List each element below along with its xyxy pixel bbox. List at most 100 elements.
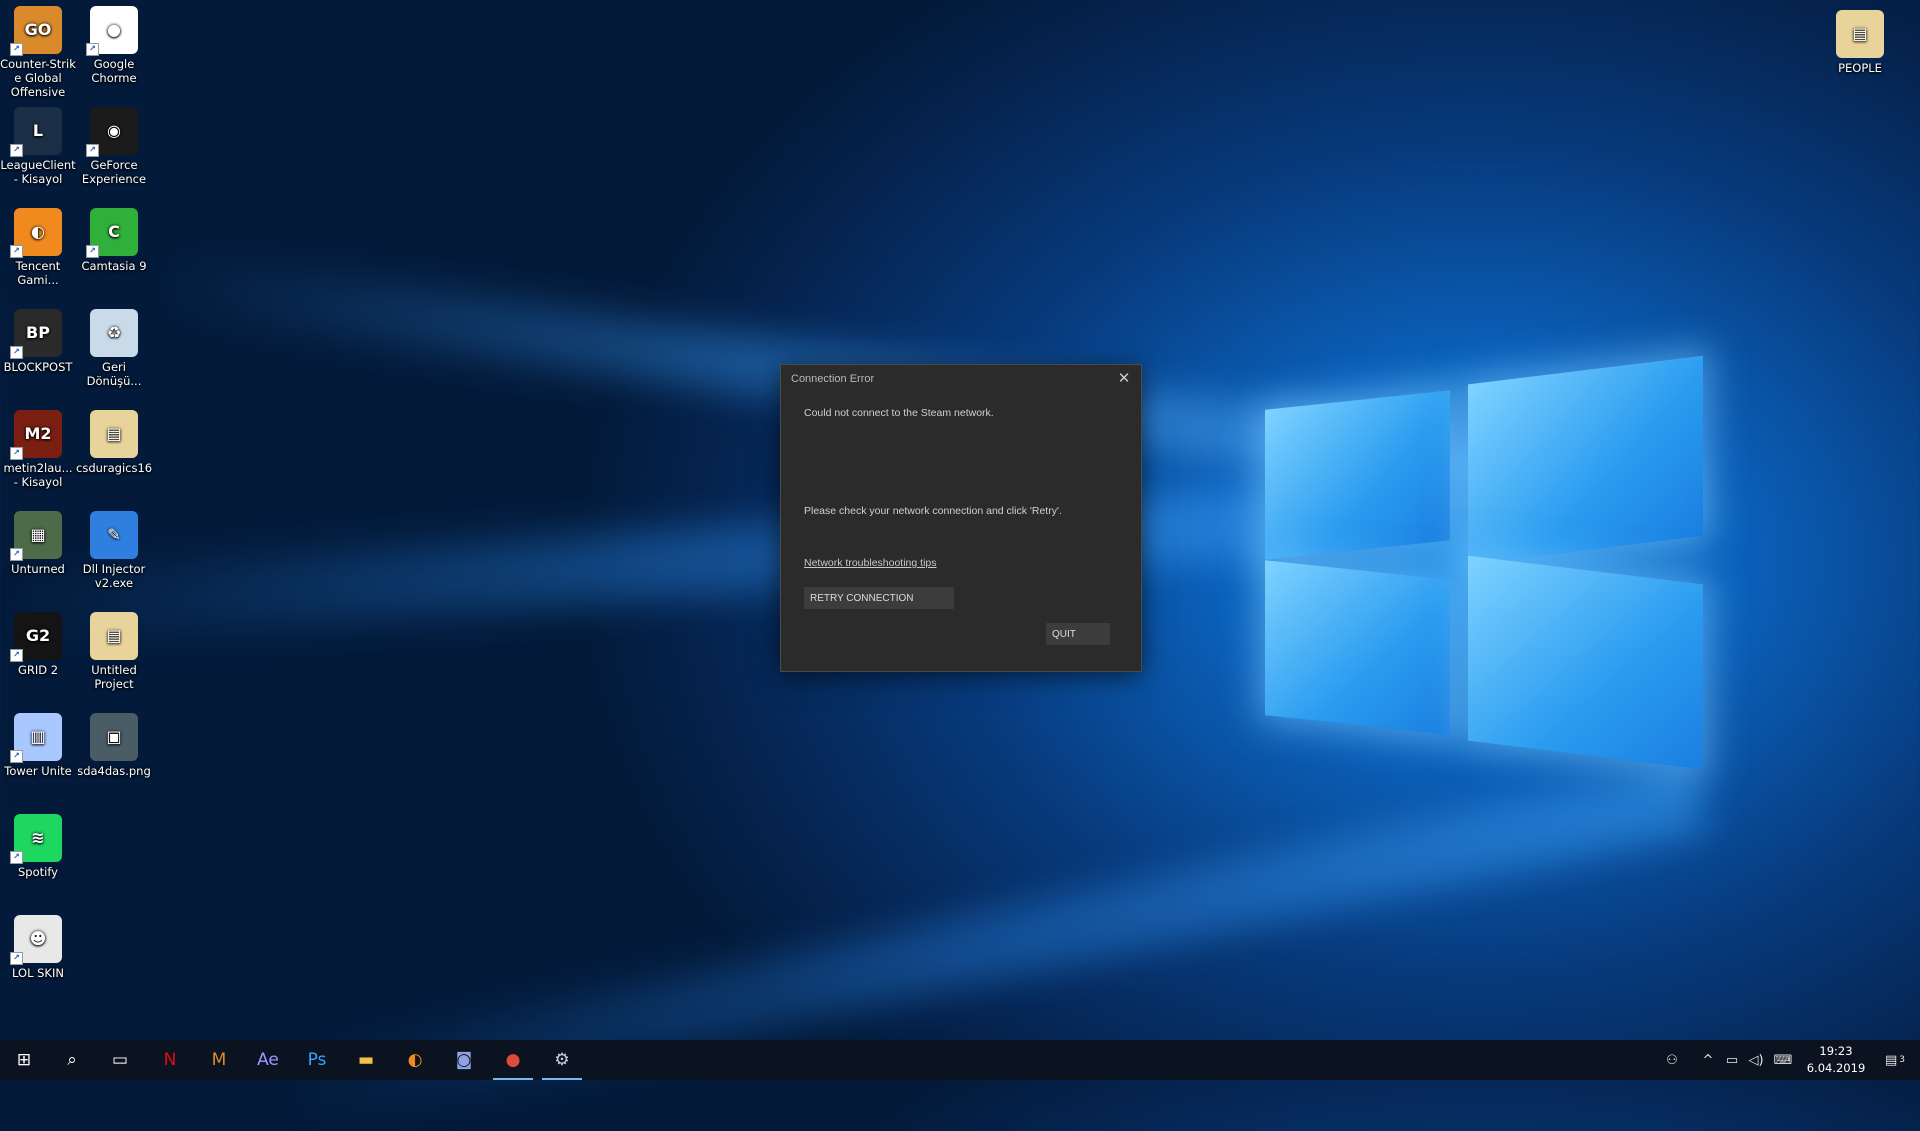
desktop-icon-label: GRID 2: [17, 663, 59, 677]
camtasia-icon: C ↗: [86, 208, 138, 258]
spotify-icon: ≋ ↗: [10, 814, 62, 864]
shortcut-arrow-icon: ↗: [86, 245, 99, 258]
shortcut-arrow-icon: ↗: [10, 144, 23, 157]
desktop-icon-unturned[interactable]: ▦ ↗ Unturned: [0, 511, 76, 576]
desktop-icon-label: Tower Unite: [4, 764, 72, 778]
quit-button[interactable]: QUIT: [1046, 623, 1110, 645]
shortcut-arrow-icon: ↗: [10, 548, 23, 561]
unturned-icon: ▦ ↗: [10, 511, 62, 561]
desktop-icon-label: Camtasia 9: [81, 259, 147, 273]
desktop-icon-label: LeagueClient - Kisayol: [0, 158, 76, 186]
desktop-icon-chrome[interactable]: ● ↗ Google Chorme: [76, 6, 152, 85]
desktop-icon-tencent[interactable]: ◐ ↗ Tencent Gami...: [0, 208, 76, 287]
action-center-button[interactable]: ▤ 3: [1878, 1040, 1912, 1080]
retry-connection-button[interactable]: RETRY CONNECTION: [804, 587, 954, 609]
desktop-icon-lol-skin[interactable]: ☻ ↗ LOL SKIN: [0, 915, 76, 980]
clock-time: 19:23: [1819, 1044, 1853, 1058]
desktop-icon-csgo[interactable]: GO ↗ Counter-Strik e Global Offensive: [0, 6, 76, 99]
desktop-icon-metin2[interactable]: M2 ↗ metin2lau... - Kisayol: [0, 410, 76, 489]
tencent-icon: ◐: [407, 1050, 423, 1070]
network-button[interactable]: ▭: [1720, 1040, 1744, 1080]
desktop-icon-label: LOL SKIN: [12, 966, 64, 980]
close-icon[interactable]: ✕: [1115, 370, 1133, 388]
keyboard-icon: ⌨: [1773, 1052, 1793, 1068]
league-icon: L ↗: [10, 107, 62, 157]
taskbar-app-tencent[interactable]: ◐: [391, 1040, 439, 1080]
notification-count-badge: 3: [1899, 1055, 1906, 1065]
volume-button[interactable]: ◁): [1744, 1040, 1768, 1080]
desktop-icon-label: Geri Dönüşü...: [86, 360, 142, 388]
task-view-icon: ▭: [111, 1050, 129, 1070]
desktop-icon-label: Counter-Strik e Global Offensive: [0, 57, 76, 99]
taskbar: ⊞ ⌕ ▭ N M Ae Ps ▬ ◐ ◙ ● ⚙ ⚇ ^ ▭ ◁) ⌨ 19:…: [0, 1040, 1920, 1080]
desktop-icon-sda4das[interactable]: ▣ sda4das.png: [76, 713, 152, 778]
clock-date: 6.04.2019: [1806, 1061, 1866, 1075]
chrome-icon: ●: [505, 1050, 521, 1070]
desktop-icon-league[interactable]: L ↗ LeagueClient - Kisayol: [0, 107, 76, 186]
image-file-icon: ▣: [90, 713, 138, 761]
desktop-icon-label: Untitled Project: [91, 663, 137, 691]
clock[interactable]: 19:23 6.04.2019: [1800, 1043, 1872, 1077]
desktop-icon-csduragics16[interactable]: ▤ csduragics16: [76, 410, 152, 475]
search-button[interactable]: ⌕: [48, 1040, 96, 1080]
dialog-title: Connection Error: [791, 373, 875, 385]
geforce-icon: ◉ ↗: [86, 107, 138, 157]
people-button[interactable]: ⚇: [1660, 1040, 1684, 1080]
taskbar-app-after-effects[interactable]: Ae: [244, 1040, 292, 1080]
grid2-icon: G2 ↗: [10, 612, 62, 662]
desktop-icon-label: Dll Injector v2.exe: [82, 562, 146, 590]
desktop-icon-grid2[interactable]: G2 ↗ GRID 2: [0, 612, 76, 677]
taskbar-app-photoshop[interactable]: Ps: [293, 1040, 341, 1080]
shortcut-arrow-icon: ↗: [10, 851, 23, 864]
show-hidden-icons-button[interactable]: ^: [1696, 1040, 1720, 1080]
desktop-icon-label: PEOPLE: [1838, 61, 1882, 75]
metin2-icon: M2 ↗: [10, 410, 62, 460]
desktop-icon-label: Unturned: [11, 562, 65, 576]
desktop-icon-tower-unite[interactable]: ▥ ↗ Tower Unite: [0, 713, 76, 778]
taskbar-app-file-explorer[interactable]: ▬: [342, 1040, 390, 1080]
taskbar-app-metin2[interactable]: M: [195, 1040, 243, 1080]
task-view-button[interactable]: ▭: [96, 1040, 144, 1080]
desktop-icon-blockpost[interactable]: BP ↗ BLOCKPOST: [0, 309, 76, 374]
folder-icon: ▤: [90, 410, 138, 458]
taskbar-app-chrome[interactable]: ●: [489, 1040, 537, 1080]
tower-unite-icon: ▥ ↗: [10, 713, 62, 763]
desktop-icon-label: Google Chorme: [91, 57, 137, 85]
taskbar-app-steam[interactable]: ⚙: [538, 1040, 586, 1080]
desktop-icon-untitled-project[interactable]: ▤ Untitled Project: [76, 612, 152, 691]
logo-pane: [1265, 560, 1450, 735]
volume-icon: ◁): [1748, 1052, 1764, 1068]
lolskin-icon: ☻ ↗: [10, 915, 62, 965]
logo-pane: [1468, 555, 1703, 770]
recycle-bin-icon: ♻: [90, 309, 138, 357]
error-message: Could not connect to the Steam network.: [804, 407, 994, 419]
notifications-icon: ▤: [1884, 1052, 1898, 1068]
desktop-icon-label: sda4das.png: [77, 764, 151, 778]
desktop-icon-recycle-bin[interactable]: ♻ Geri Dönüşü...: [76, 309, 152, 388]
logo-pane: [1468, 355, 1703, 565]
taskbar-app-discord[interactable]: ◙: [440, 1040, 488, 1080]
start-button[interactable]: ⊞: [0, 1040, 48, 1080]
desktop-icon-camtasia[interactable]: C ↗ Camtasia 9: [76, 208, 152, 273]
after-effects-icon: Ae: [257, 1050, 279, 1070]
desktop-icon-label: BLOCKPOST: [3, 360, 73, 374]
network-troubleshooting-link[interactable]: Network troubleshooting tips: [804, 557, 937, 569]
desktop-icon-people[interactable]: ▤ PEOPLE: [1822, 10, 1898, 75]
csgo-icon: GO ↗: [10, 6, 62, 56]
steam-icon: ⚙: [554, 1050, 570, 1070]
shortcut-arrow-icon: ↗: [86, 43, 99, 56]
injector-icon: ✎: [90, 511, 138, 559]
chevron-up-icon: ^: [1702, 1052, 1714, 1068]
desktop-icon-dll-injector[interactable]: ✎ Dll Injector v2.exe: [76, 511, 152, 590]
shortcut-arrow-icon: ↗: [10, 649, 23, 662]
logo-pane: [1265, 390, 1450, 560]
desktop-icon-spotify[interactable]: ≋ ↗ Spotify: [0, 814, 76, 879]
chrome-icon: ● ↗: [86, 6, 138, 56]
people-folder-icon: ▤: [1836, 10, 1884, 58]
metin2-icon: M: [211, 1050, 227, 1070]
taskbar-app-netflix[interactable]: N: [146, 1040, 194, 1080]
connection-error-dialog: Connection Error ✕ Could not connect to …: [780, 364, 1142, 672]
shortcut-arrow-icon: ↗: [86, 144, 99, 157]
desktop-icon-geforce[interactable]: ◉ ↗ GeForce Experience: [76, 107, 152, 186]
keyboard-button[interactable]: ⌨: [1770, 1040, 1796, 1080]
